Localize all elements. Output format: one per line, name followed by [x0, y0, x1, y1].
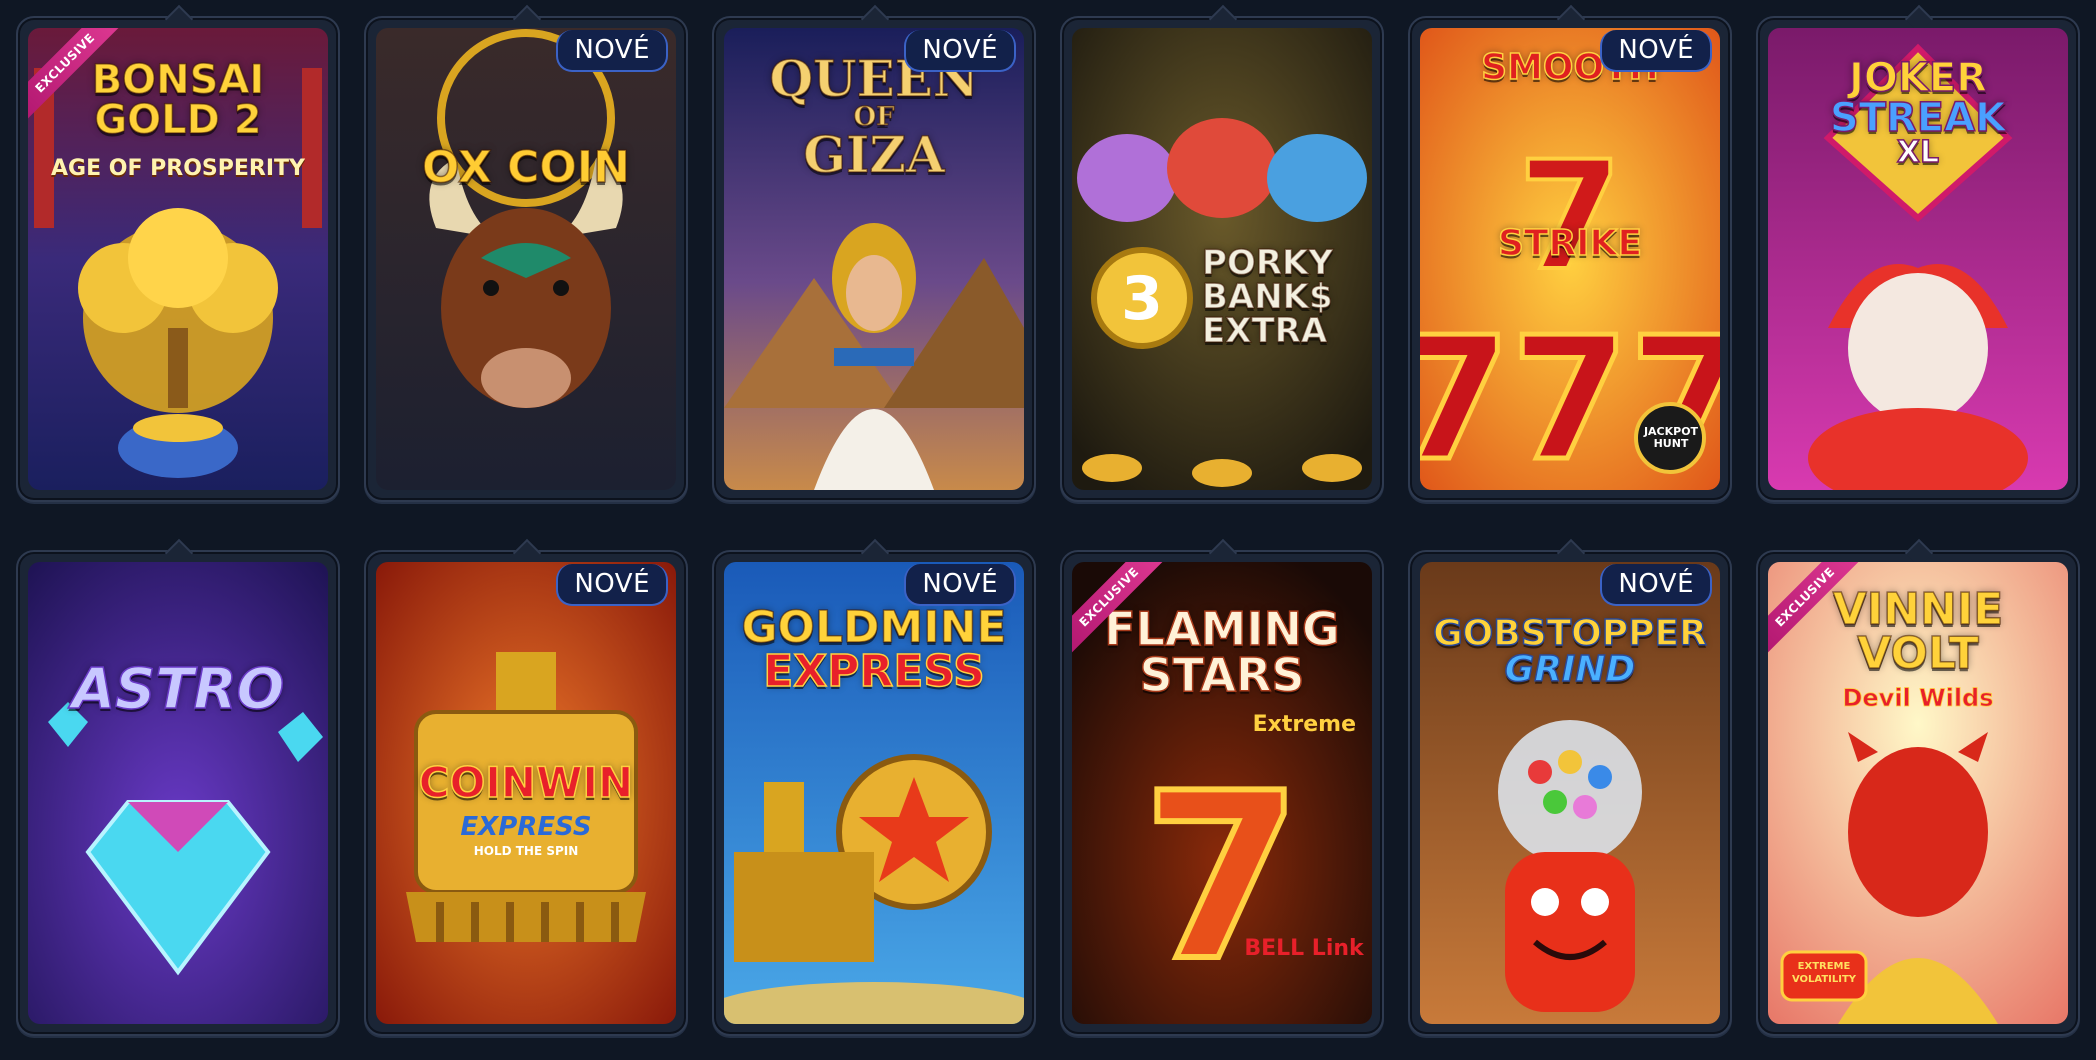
game-card-ox-coin: OX COIN NOVÉ — [364, 4, 688, 502]
new-badge: NOVÉ — [904, 30, 1016, 72]
game-tile[interactable]: 7 777 SMOOTH STRIKE JACKPOT HUNT NOVÉ — [1420, 28, 1720, 490]
game-tagline: HOLD THE SPIN — [473, 844, 579, 858]
game-title: QUEEN OF GIZA — [769, 49, 980, 184]
game-card-bonsai-gold-2: BONSAI GOLD 2 AGE OF PROSPERITY EXCLUSIVE — [16, 4, 340, 502]
bell-link-logo: BELL Link — [1244, 936, 1364, 961]
new-badge: NOVÉ — [1600, 30, 1712, 72]
jackpot-hunt-logo: JACKPOT HUNT — [1643, 425, 1699, 450]
volatility-badge: EXTREME VOLATILITY — [1791, 961, 1857, 985]
game-card-astro: ASTRO — [16, 538, 340, 1036]
game-tile[interactable]: JOKER STREAK XL — [1768, 28, 2068, 490]
game-grid: BONSAI GOLD 2 AGE OF PROSPERITY EXCLUSIVE… — [0, 0, 2096, 1060]
game-title: OX COIN — [421, 142, 630, 193]
game-number: 3 — [1121, 264, 1163, 334]
game-card-goldmine-express: GOLDMINE EXPRESS NOVÉ — [712, 538, 1036, 1036]
game-card-flaming-stars: 7 FLAMING STARS Extreme BELL Link EXCLUSI… — [1060, 538, 1384, 1036]
game-card-queen-of-giza: QUEEN OF GIZA NOVÉ — [712, 4, 1036, 502]
game-card-smooth-7s-strike: 7 777 SMOOTH STRIKE JACKPOT HUNT NOVÉ — [1408, 4, 1732, 502]
game-tile[interactable]: OX COIN NOVÉ — [376, 28, 676, 490]
game-title-bottom: STRIKE — [1497, 223, 1643, 264]
new-badge: NOVÉ — [556, 564, 668, 606]
game-subtitle: EXPRESS — [460, 812, 592, 842]
game-title: GOLDMINE EXPRESS — [741, 602, 1008, 697]
new-badge: NOVÉ — [556, 30, 668, 72]
diamond-artwork — [28, 562, 328, 1024]
game-title: COINWIN — [418, 758, 634, 807]
game-tile[interactable]: COINWIN EXPRESS HOLD THE SPIN NOVÉ — [376, 562, 676, 1024]
game-tile[interactable]: GOLDMINE EXPRESS NOVÉ — [724, 562, 1024, 1024]
game-subtitle: AGE OF PROSPERITY — [51, 156, 305, 181]
game-title: GOBSTOPPER GRIND — [1432, 613, 1707, 690]
game-card-gobstopper-grind: GOBSTOPPER GRIND NOVÉ — [1408, 538, 1732, 1036]
game-tile[interactable]: QUEEN OF GIZA NOVÉ — [724, 28, 1024, 490]
game-tile[interactable]: VINNIE VOLT Devil Wilds EXTREME VOLATILIT… — [1768, 562, 2068, 1024]
game-card-joker-streak-xl: JOKER STREAK XL — [1756, 4, 2080, 502]
svg-text:7: 7 — [1518, 130, 1622, 304]
game-title: PORKY BANK$ EXTRA — [1201, 243, 1333, 351]
game-subtitle: Devil Wilds — [1842, 684, 1994, 713]
game-tile[interactable]: 3 PORKY BANK$ EXTRA — [1072, 28, 1372, 490]
game-title: FLAMING STARS — [1104, 602, 1341, 702]
new-badge: NOVÉ — [1600, 564, 1712, 606]
game-card-porky-banks: 3 PORKY BANK$ EXTRA — [1060, 4, 1384, 502]
game-tile[interactable]: 7 FLAMING STARS Extreme BELL Link EXCLUSI… — [1072, 562, 1372, 1024]
game-card-coinwin-express: COINWIN EXPRESS HOLD THE SPIN NOVÉ — [364, 538, 688, 1036]
game-title: ASTRO — [71, 657, 285, 722]
game-card-vinnie-volt: VINNIE VOLT Devil Wilds EXTREME VOLATILIT… — [1756, 538, 2080, 1036]
new-badge: NOVÉ — [904, 564, 1016, 606]
game-subtitle: Extreme — [1252, 712, 1356, 737]
game-tile[interactable]: GOBSTOPPER GRIND NOVÉ — [1420, 562, 1720, 1024]
game-tile[interactable]: BONSAI GOLD 2 AGE OF PROSPERITY EXCLUSIVE — [28, 28, 328, 490]
bull-artwork — [376, 28, 676, 490]
game-title: JOKER STREAK XL — [1829, 55, 2007, 170]
game-tile[interactable]: ASTRO — [28, 562, 328, 1024]
svg-text:7: 7 — [1142, 745, 1302, 1012]
